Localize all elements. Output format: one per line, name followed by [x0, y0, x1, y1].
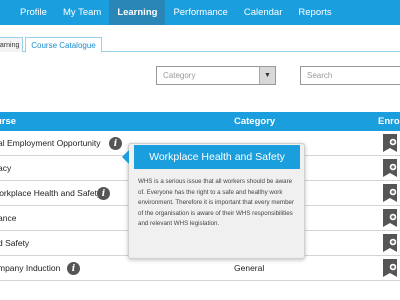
course-title[interactable]: Vorkplace Health and Safety	[0, 181, 101, 205]
course-title[interactable]: mpany Induction	[0, 256, 60, 280]
nav-item-performance[interactable]: Performance	[165, 0, 235, 25]
enrol-book-icon[interactable]	[383, 234, 397, 252]
enrol-book-icon[interactable]	[383, 184, 397, 202]
nav-item-calendar[interactable]: Calendar	[236, 0, 291, 25]
popover-arrow	[122, 150, 129, 164]
tab-course-catalogue[interactable]: Course Catalogue	[25, 37, 102, 53]
course-table-header: urse Category Enrol	[0, 112, 400, 131]
chevron-down-icon[interactable]: ▼	[259, 67, 275, 84]
course-title[interactable]: ance	[0, 206, 16, 230]
info-icon[interactable]: i	[97, 187, 110, 200]
table-row: mpany Induction i General	[0, 256, 400, 281]
search-input[interactable]	[300, 66, 400, 85]
column-header-category[interactable]: Category	[234, 112, 275, 131]
nav-item-reports[interactable]: Reports	[290, 0, 339, 25]
course-info-popover: Workplace Health and Safety WHS is a ser…	[122, 143, 305, 259]
enrol-book-icon[interactable]	[383, 209, 397, 227]
course-title[interactable]: al Employment Opportunity	[0, 131, 101, 155]
learning-tab-bar: earning Course Catalogue	[0, 37, 400, 53]
top-navigation: Profile My Team Learning Performance Cal…	[0, 0, 400, 25]
column-header-enrol[interactable]: Enrol	[378, 112, 400, 131]
enrol-book-icon[interactable]	[383, 259, 397, 277]
enrol-book-icon[interactable]	[383, 134, 397, 152]
nav-item-profile[interactable]: Profile	[0, 0, 55, 25]
course-title[interactable]: d Safety	[0, 231, 29, 255]
popover-description: WHS is a serious issue that all workers …	[138, 178, 295, 227]
info-icon[interactable]: i	[67, 262, 80, 275]
column-header-course[interactable]: urse	[0, 112, 16, 131]
course-title[interactable]: acy	[0, 156, 11, 180]
popover-title: Workplace Health and Safety	[134, 145, 300, 169]
nav-item-learning[interactable]: Learning	[109, 0, 166, 25]
tab-my-learning[interactable]: earning	[0, 37, 23, 52]
nav-item-my-team[interactable]: My Team	[55, 0, 109, 25]
course-category: General	[234, 263, 265, 273]
enrol-book-icon[interactable]	[383, 159, 397, 177]
info-icon[interactable]: i	[109, 137, 122, 150]
category-dropdown[interactable]: Category ▼	[156, 66, 276, 85]
category-dropdown-value: Category	[163, 71, 196, 80]
